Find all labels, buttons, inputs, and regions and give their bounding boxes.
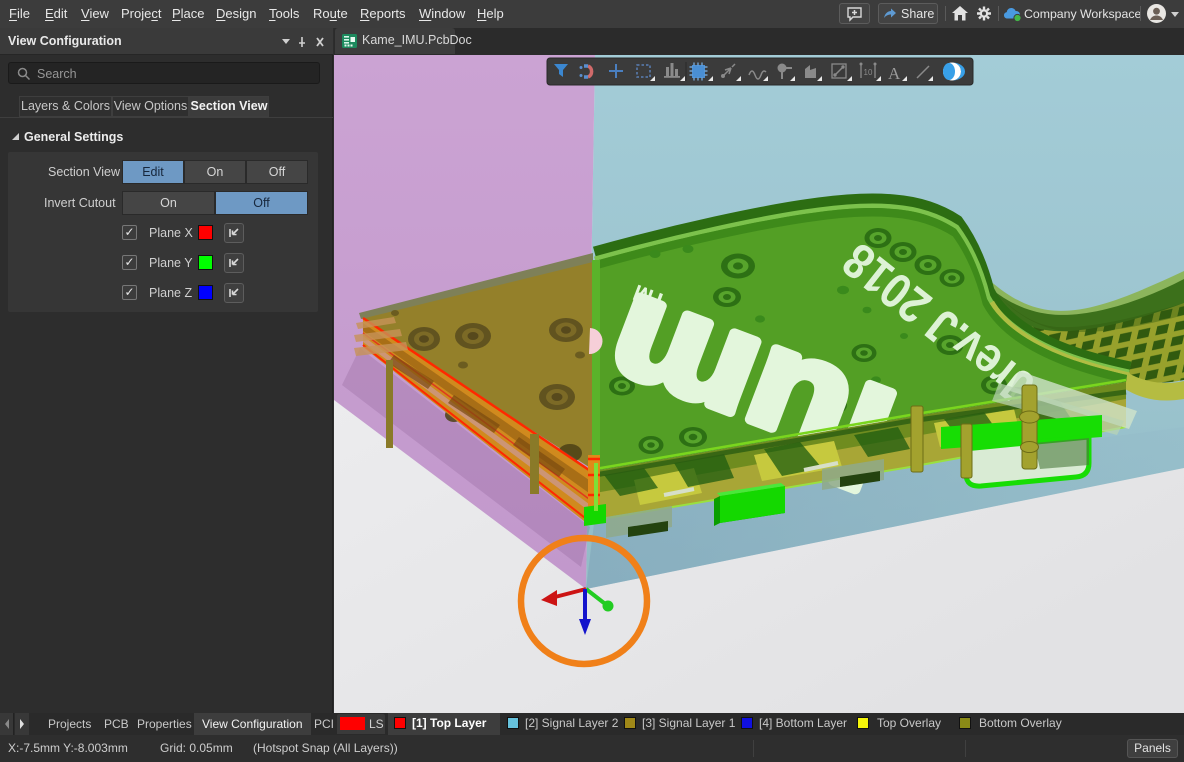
svg-text:10: 10 — [864, 68, 873, 77]
svg-text:A: A — [888, 64, 901, 83]
